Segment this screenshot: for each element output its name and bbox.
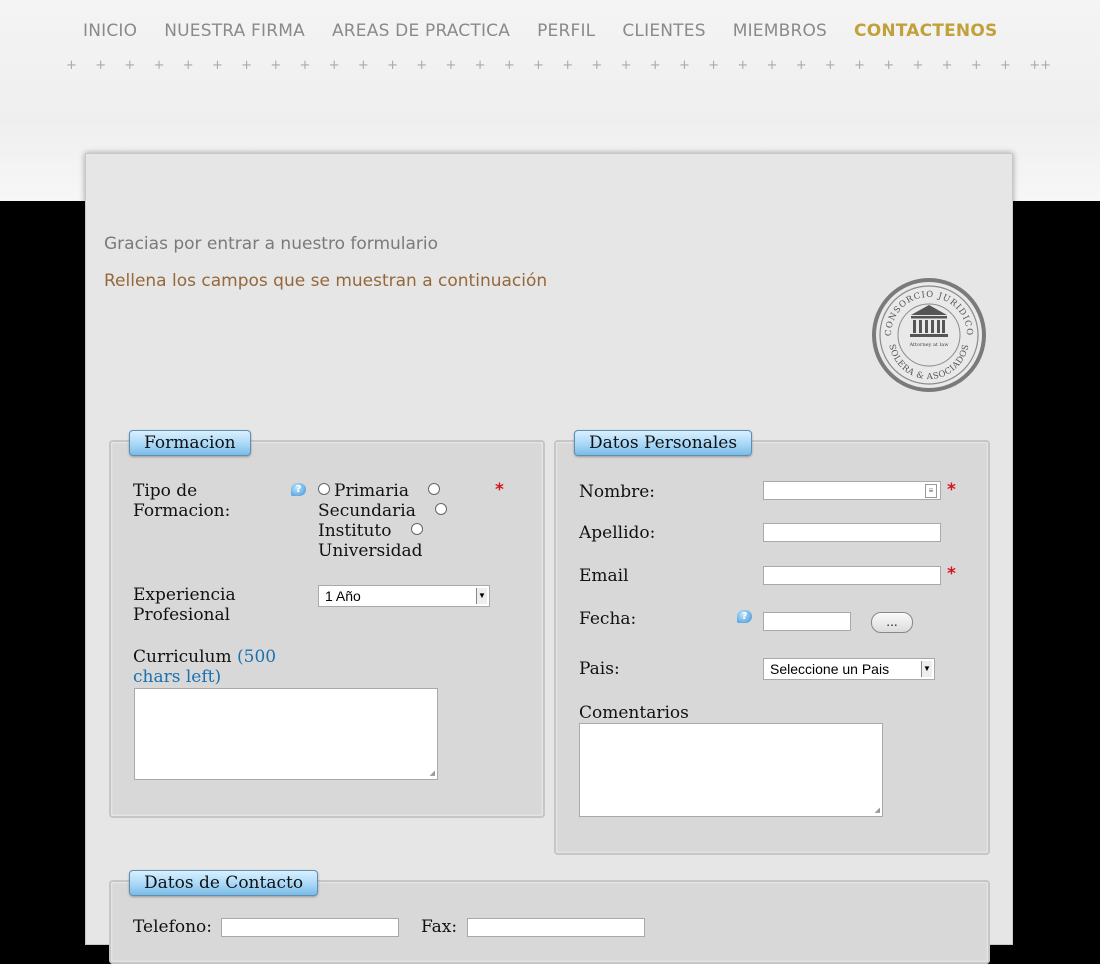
main-nav: INICIO NUESTRA FIRMA AREAS DE PRACTICA P… xyxy=(83,21,1024,41)
nav-item-contactenos[interactable]: CONTACTENOS xyxy=(854,21,997,41)
tipo-formacion-required-mark: * xyxy=(495,480,504,500)
nav-item-nuestra-firma[interactable]: NUESTRA FIRMA xyxy=(164,21,305,41)
pais-select-value: Seleccione un Pais xyxy=(770,661,890,677)
email-input[interactable] xyxy=(763,566,941,585)
resize-grip-icon[interactable]: ◢ xyxy=(875,806,880,814)
pais-select[interactable]: Seleccione un Pais ▼ xyxy=(763,658,935,680)
fecha-picker-button[interactable]: ... xyxy=(871,612,913,633)
datos-contacto-legend: Datos de Contacto xyxy=(129,870,319,896)
nav-item-clientes[interactable]: CLIENTES xyxy=(622,21,705,41)
telefono-input[interactable] xyxy=(221,918,399,937)
radio-secundaria[interactable] xyxy=(428,483,441,495)
nav-divider-dots: + + + + + + + + + + + + + + + + + + + + + + + + + + + + + + + + + ++ xyxy=(66,58,1051,73)
seal-middle-text: Attorney at law xyxy=(909,342,950,348)
nombre-input[interactable]: ≡ xyxy=(763,481,941,500)
nav-item-miembros[interactable]: MIEMBROS xyxy=(733,21,827,41)
tipo-formacion-radio-group: Primaria Secundaria Instituto Universida… xyxy=(318,481,498,561)
fecha-help-icon[interactable]: ? xyxy=(737,610,752,623)
email-label: Email xyxy=(579,566,629,586)
datos-personales-legend: Datos Personales xyxy=(574,430,753,456)
nombre-label: Nombre: xyxy=(579,482,656,502)
comentarios-label: Comentarios xyxy=(579,703,689,723)
nav-item-areas-de-practica[interactable]: AREAS DE PRACTICA xyxy=(332,21,510,41)
nav-item-inicio[interactable]: INICIO xyxy=(83,21,137,41)
resize-grip-icon[interactable]: ◢ xyxy=(430,769,435,777)
telefono-label: Telefono: xyxy=(133,917,213,937)
email-required-mark: * xyxy=(947,564,956,584)
radio-instituto-label: Instituto xyxy=(318,521,392,541)
fecha-label: Fecha: xyxy=(579,609,637,629)
radio-universidad[interactable] xyxy=(410,523,423,535)
curriculum-label: Curriculum (500 chars left) xyxy=(133,647,277,687)
radio-primaria[interactable] xyxy=(318,483,330,495)
radio-universidad-label: Universidad xyxy=(318,541,423,561)
apellido-input[interactable] xyxy=(763,523,941,542)
intro-instructions-text: Rellena los campos que se muestran a con… xyxy=(104,271,548,291)
comentarios-textarea[interactable]: ◢ xyxy=(579,723,883,817)
chevron-down-icon: ▼ xyxy=(476,588,487,604)
nav-item-perfil[interactable]: PERFIL xyxy=(537,21,595,41)
fecha-input[interactable] xyxy=(763,612,851,631)
intro-thanks-text: Gracias por entrar a nuestro formulario xyxy=(104,234,439,254)
radio-secundaria-label: Secundaria xyxy=(318,501,416,521)
apellido-label: Apellido: xyxy=(579,523,656,543)
formacion-legend: Formacion xyxy=(129,430,251,456)
fax-label: Fax: xyxy=(421,917,458,937)
tipo-formacion-help-icon[interactable]: ? xyxy=(291,483,306,496)
tipo-formacion-label: Tipo de Formacion: xyxy=(133,481,231,521)
experiencia-label: Experiencia Profesional xyxy=(133,585,236,625)
experiencia-select[interactable]: 1 Año ▼ xyxy=(318,585,490,607)
curriculum-char-counter: (500 xyxy=(237,647,277,667)
curriculum-textarea[interactable]: ◢ xyxy=(134,688,438,780)
pais-label: Pais: xyxy=(579,659,620,679)
autofill-icon[interactable]: ≡ xyxy=(925,484,937,498)
radio-instituto[interactable] xyxy=(435,503,448,515)
nombre-required-mark: * xyxy=(947,480,956,500)
fax-input[interactable] xyxy=(467,918,645,937)
firm-seal-logo: CONSORCIO JURIDICO SOLERA & ASOCIADOS At… xyxy=(872,278,986,392)
radio-primaria-label: Primaria xyxy=(334,481,409,501)
chevron-down-icon: ▼ xyxy=(921,661,932,677)
experiencia-select-value: 1 Año xyxy=(325,588,361,604)
